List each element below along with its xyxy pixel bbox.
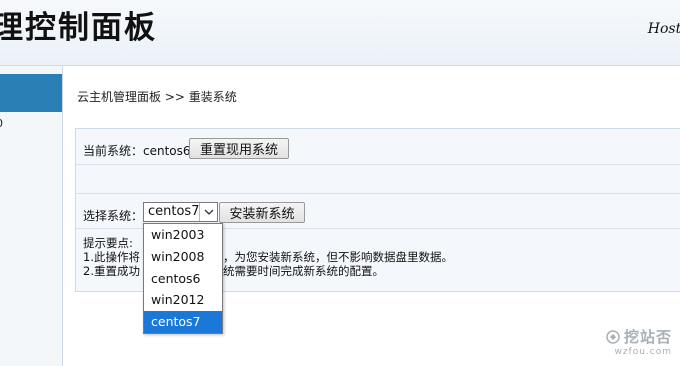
tip-line-2-end: ，系统需要时间完成新系统的配置。 bbox=[199, 264, 384, 278]
header: 理控制面板 Host M bbox=[0, 0, 680, 66]
tip-line-2-start: 2.重置成功 bbox=[83, 264, 140, 278]
sidebar: 0 bbox=[0, 66, 63, 366]
tips-heading: 提示要点: bbox=[83, 236, 133, 250]
row-divider bbox=[76, 193, 680, 194]
watermark: 挖站否 wzfou.com bbox=[606, 326, 672, 357]
option-centos7[interactable]: centos7 bbox=[144, 311, 222, 333]
watermark-text: 挖站否 bbox=[623, 328, 672, 346]
system-dropdown-list[interactable]: win2003 win2008 centos6 win2012 centos7 bbox=[143, 223, 223, 334]
option-win2012[interactable]: win2012 bbox=[144, 289, 222, 311]
watermark-logo: 挖站否 bbox=[606, 326, 672, 347]
row-divider bbox=[76, 164, 680, 165]
current-system-label: 当前系统：centos6 bbox=[83, 144, 191, 158]
host-brand-text: Host M bbox=[647, 21, 680, 37]
reset-system-button[interactable]: 重置现用系统 bbox=[189, 138, 289, 159]
choose-system-label: 选择系统： bbox=[83, 209, 144, 223]
watermark-icon bbox=[606, 329, 620, 344]
option-win2003[interactable]: win2003 bbox=[144, 224, 222, 246]
sidebar-item-active[interactable] bbox=[0, 74, 62, 112]
chevron-down-icon[interactable] bbox=[199, 203, 217, 221]
tip-line-1: 1.此操作将 数据，为您安装新系统，但不影响数据盘里数据。 bbox=[83, 250, 453, 264]
tip-line-1-end: 数据，为您安装新系统，但不影响数据盘里数据。 bbox=[199, 250, 453, 264]
system-select[interactable]: centos7 bbox=[143, 202, 218, 222]
watermark-url: wzfou.com bbox=[614, 347, 672, 357]
system-select-value: centos7 bbox=[148, 204, 200, 219]
breadcrumb: 云主机管理面板 >> 重装系统 bbox=[77, 90, 237, 104]
tips-block: 提示要点: 1.此操作将 数据，为您安装新系统，但不影响数据盘里数据。 2.重置成… bbox=[83, 236, 453, 278]
sidebar-item-label[interactable]: 0 bbox=[0, 117, 3, 130]
option-win2008[interactable]: win2008 bbox=[144, 246, 222, 268]
option-centos6[interactable]: centos6 bbox=[144, 268, 222, 290]
install-system-button[interactable]: 安装新系统 bbox=[219, 202, 305, 223]
panel-title: 理控制面板 bbox=[0, 10, 157, 46]
tip-line-2: 2.重置成功 ，系统需要时间完成新系统的配置。 bbox=[83, 264, 453, 278]
tip-line-1-start: 1.此操作将 bbox=[83, 250, 140, 264]
